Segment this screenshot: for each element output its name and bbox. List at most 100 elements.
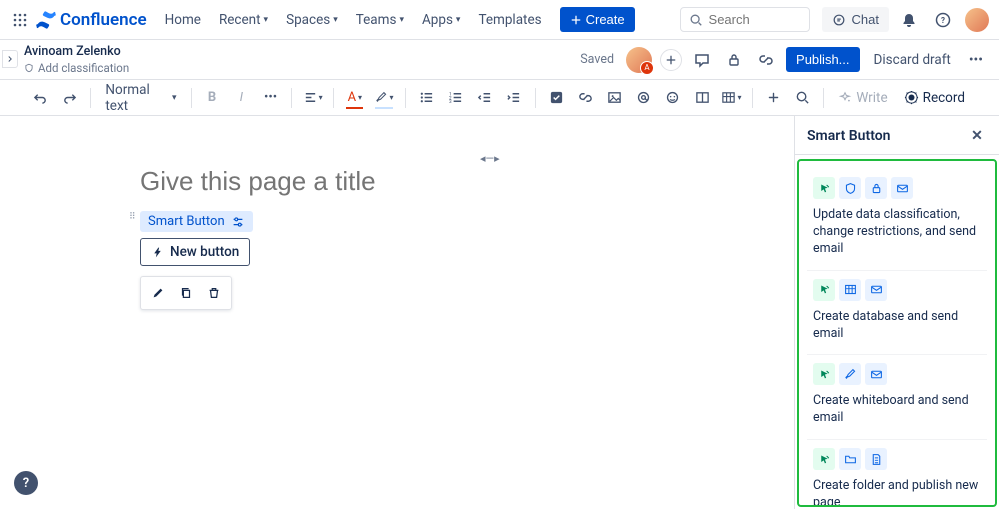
expand-sidebar-button[interactable]	[2, 50, 18, 68]
chevron-down-icon: ▾	[456, 15, 461, 25]
panel-body: Update data classification, change restr…	[797, 159, 997, 507]
help-icon[interactable]	[929, 6, 957, 34]
element-floating-toolbar	[140, 276, 232, 310]
smart-button-panel: Smart Button ✕ Update data classificatio…	[794, 116, 999, 509]
template-description: Create database and send email	[813, 309, 981, 343]
italic-icon[interactable]: I	[229, 84, 254, 112]
nav-links: HomeRecent▾Spaces▾Teams▾Apps▾Templates	[157, 6, 550, 34]
template-option[interactable]: Create database and send email	[807, 271, 987, 356]
save-status: Saved	[580, 52, 614, 67]
chat-button[interactable]: Chat	[822, 7, 889, 32]
close-panel-icon[interactable]: ✕	[967, 126, 987, 146]
text-style-select[interactable]: Normal text▾	[99, 78, 182, 118]
edit-icon[interactable]	[145, 280, 171, 306]
new-button-element[interactable]: New button	[140, 238, 250, 266]
create-button[interactable]: Create	[560, 7, 635, 32]
profile-avatar[interactable]	[963, 6, 991, 34]
emoji-icon[interactable]	[660, 84, 685, 112]
text-color-icon[interactable]: A▾	[342, 84, 367, 112]
chat-label: Chat	[852, 12, 879, 27]
create-button-label: Create	[586, 12, 625, 27]
nav-link-teams[interactable]: Teams▾	[348, 6, 412, 34]
find-icon[interactable]	[790, 84, 815, 112]
page-icon	[865, 448, 887, 470]
resize-handle-icon[interactable]: ◂—▸	[480, 152, 500, 165]
chat-icon	[832, 13, 846, 27]
pen-icon	[839, 363, 861, 385]
lock-icon	[865, 177, 887, 199]
ai-write-button[interactable]: Write	[832, 86, 893, 110]
layout-icon[interactable]	[690, 84, 715, 112]
comments-icon[interactable]	[690, 48, 714, 72]
drag-handle-icon[interactable]: ⠿	[129, 215, 137, 220]
chevron-down-icon: ▾	[333, 15, 338, 25]
cursor-icon	[813, 279, 835, 301]
copy-icon[interactable]	[173, 280, 199, 306]
panel-title: Smart Button	[807, 128, 890, 144]
align-icon[interactable]: ▾	[300, 84, 325, 112]
table-icon[interactable]: ▾	[719, 84, 744, 112]
cursor-icon	[813, 363, 835, 385]
nav-link-templates[interactable]: Templates	[470, 6, 549, 34]
template-option[interactable]: Create folder and publish new page	[807, 440, 987, 507]
nav-link-spaces[interactable]: Spaces▾	[278, 6, 346, 34]
folder-icon	[839, 448, 861, 470]
template-option[interactable]: Update data classification, change restr…	[807, 169, 987, 271]
nav-link-apps[interactable]: Apps▾	[414, 6, 468, 34]
bold-icon[interactable]: B	[199, 84, 224, 112]
delete-icon[interactable]	[201, 280, 227, 306]
chip-label: Smart Button	[148, 214, 225, 229]
insert-icon[interactable]	[761, 84, 786, 112]
editor-toolbar: Normal text▾ B I ••• ▾ A▾ ▾ ▾ Write Reco…	[0, 80, 999, 116]
table-icon	[839, 279, 861, 301]
notifications-icon[interactable]	[895, 6, 923, 34]
help-fab-button[interactable]: ?	[14, 471, 38, 495]
discard-draft-button[interactable]: Discard draft	[868, 48, 957, 72]
shield-icon	[24, 63, 34, 73]
chevron-down-icon: ▾	[399, 15, 404, 25]
indent-icon[interactable]	[501, 84, 526, 112]
search-input[interactable]	[709, 12, 801, 27]
undo-icon[interactable]	[28, 84, 53, 112]
bullet-list-icon[interactable]	[414, 84, 439, 112]
action-item-icon[interactable]	[543, 84, 568, 112]
template-option[interactable]: Create whiteboard and send email	[807, 355, 987, 440]
smart-button-chip[interactable]: Smart Button	[140, 211, 253, 232]
search-box[interactable]	[680, 7, 810, 32]
mention-icon[interactable]	[631, 84, 656, 112]
redo-icon[interactable]	[57, 84, 82, 112]
top-nav: Confluence HomeRecent▾Spaces▾Teams▾Apps▾…	[0, 0, 999, 40]
mail-icon	[865, 363, 887, 385]
product-name: Confluence	[60, 10, 147, 30]
number-list-icon[interactable]	[443, 84, 468, 112]
editor-canvas[interactable]: ◂—▸ ⠿ Smart Button New button	[0, 116, 794, 509]
template-description: Create whiteboard and send email	[813, 393, 981, 427]
shield-icon	[839, 177, 861, 199]
image-icon[interactable]	[602, 84, 627, 112]
cursor-icon	[813, 177, 835, 199]
highlight-icon[interactable]: ▾	[371, 84, 396, 112]
add-classification-button[interactable]: Add classification	[24, 61, 129, 75]
publish-button[interactable]: Publish...	[786, 47, 859, 72]
nav-link-recent[interactable]: Recent▾	[211, 6, 276, 34]
page-owner: Avinoam Zelenko	[24, 44, 129, 59]
template-description: Create folder and publish new page	[813, 478, 981, 507]
new-button-label: New button	[170, 244, 239, 260]
product-logo[interactable]: Confluence	[36, 10, 147, 30]
app-switcher-icon[interactable]	[8, 8, 32, 32]
plus-icon	[570, 14, 582, 26]
link-icon[interactable]	[573, 84, 598, 112]
record-button[interactable]: Record	[898, 86, 971, 110]
template-description: Update data classification, change restr…	[813, 207, 981, 258]
outdent-icon[interactable]	[472, 84, 497, 112]
sliders-icon	[231, 215, 245, 229]
editor-avatar[interactable]	[626, 47, 652, 73]
more-actions-icon[interactable]: •••	[965, 48, 987, 72]
restrictions-icon[interactable]	[722, 48, 746, 72]
nav-link-home[interactable]: Home	[157, 6, 209, 34]
copy-link-icon[interactable]	[754, 48, 778, 72]
page-title-input[interactable]	[140, 166, 754, 197]
mail-icon	[891, 177, 913, 199]
more-format-icon[interactable]: •••	[258, 84, 283, 112]
invite-button[interactable]	[660, 49, 682, 71]
